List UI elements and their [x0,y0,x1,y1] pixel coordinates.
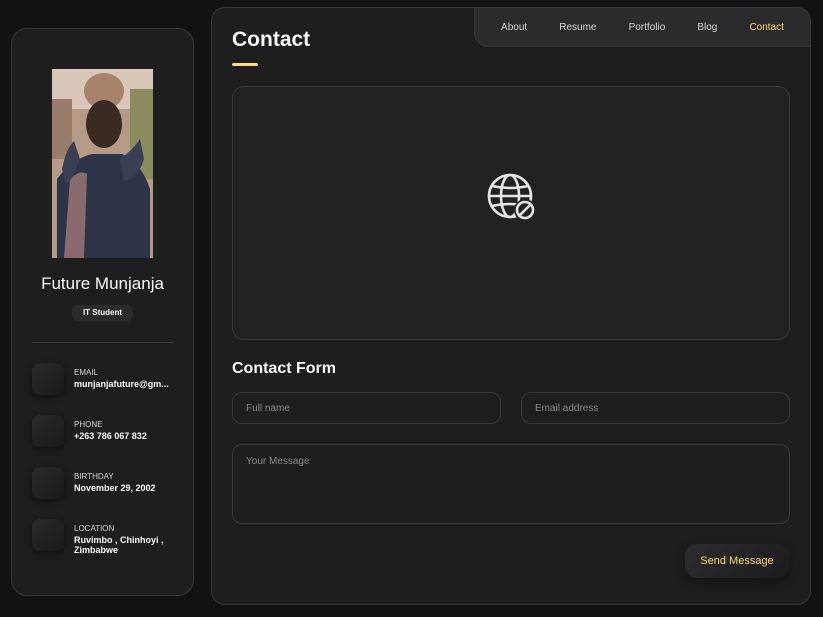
sidebar-separator [32,342,173,343]
email-input[interactable] [521,392,790,424]
profile-name: Future Munjanja [41,274,164,293]
contact-location-value: Ruvimbo , Chinhoyi , Zimbabwe [74,535,164,555]
location-icon [32,519,64,551]
profile-photo [52,69,153,258]
globe-blocked-icon [487,173,536,221]
nav-link-about[interactable]: About [501,22,527,33]
main-content: About Resume Portfolio Blog Contact Cont… [211,7,811,605]
nav-link-contact[interactable]: Contact [749,22,783,33]
send-message-button[interactable]: Send Message [685,544,789,578]
contact-phone-link[interactable]: +263 786 067 832 [74,431,174,441]
contact-title: Birthday [74,472,114,481]
contact-email-link[interactable]: munjanjafuture@gm... [74,379,174,389]
phone-icon [32,415,64,447]
contact-title: Email [74,368,99,377]
calendar-icon [32,467,64,499]
nav-link-portfolio[interactable]: Portfolio [629,22,666,33]
page-title: Contact [232,28,311,51]
role-badge: IT Student [72,305,133,321]
form-title: Contact Form [232,360,336,377]
avatar [52,69,153,258]
contact-title: Location [74,524,115,533]
mail-icon [32,363,64,395]
nav-link-resume[interactable]: Resume [559,22,596,33]
contact-birthday-value: November 29, 2002 [74,483,156,493]
title-underline [232,63,258,66]
fullname-input[interactable] [232,392,501,424]
message-textarea[interactable] [232,444,790,524]
nav-link-blog[interactable]: Blog [697,22,717,33]
contact-title: Phone [74,420,103,429]
navbar: About Resume Portfolio Blog Contact [474,7,811,47]
map-frame[interactable] [232,86,790,340]
sidebar: Future Munjanja IT Student Email munjanj… [11,28,194,596]
